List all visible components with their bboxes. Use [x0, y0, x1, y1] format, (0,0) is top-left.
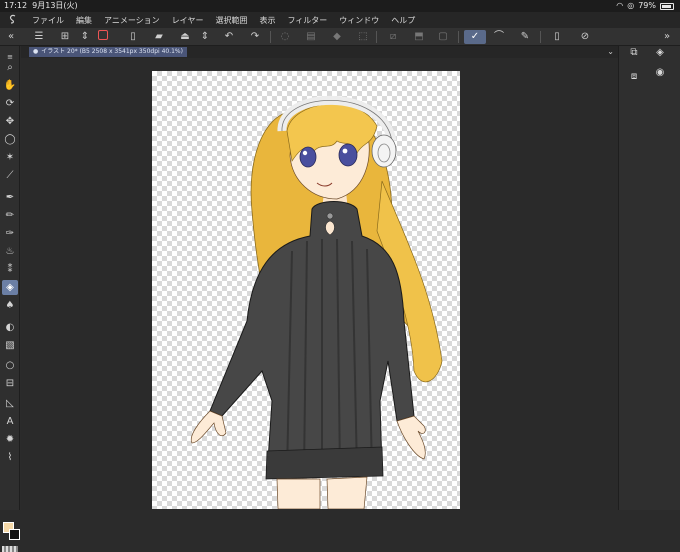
- canvas-tab-label: イラスト 20* (B5 2508 x 3541px 350dpi 40.1%): [41, 48, 183, 55]
- menu-help[interactable]: ヘルプ: [385, 15, 421, 26]
- pen-stabilizer-icon[interactable]: ✓: [464, 30, 486, 44]
- status-time-date: 17:12 9月13日(火): [4, 0, 78, 12]
- save-icon[interactable]: ⏏: [178, 30, 192, 44]
- menu-icon[interactable]: ☰: [32, 30, 46, 44]
- menu-file[interactable]: ファイル: [26, 15, 70, 26]
- menu-selection[interactable]: 選択範囲: [209, 15, 253, 26]
- battery-icon: [660, 2, 674, 10]
- transparent-color-swatch[interactable]: [2, 546, 18, 552]
- zoom-icon[interactable]: ⌕: [2, 60, 18, 75]
- canvas-tab[interactable]: ● イラスト 20* (B5 2508 x 3541px 350dpi 40.1%…: [29, 47, 187, 57]
- chevron-updown-icon[interactable]: ⇕: [78, 30, 92, 44]
- clip-studio-icon[interactable]: [0, 14, 26, 27]
- layer-color-icon[interactable]: ◈: [653, 46, 667, 60]
- frame-icon[interactable]: ⊟: [2, 376, 18, 391]
- menu-view[interactable]: 表示: [253, 15, 281, 26]
- toolbar-divider-2: [376, 31, 377, 43]
- balloon-icon[interactable]: ✹: [2, 432, 18, 447]
- record-icon[interactable]: [96, 30, 110, 44]
- airbrush-icon[interactable]: ♨: [2, 244, 18, 259]
- layer-property-icon[interactable]: ⧈: [627, 70, 641, 84]
- figure-icon[interactable]: ○: [2, 358, 18, 373]
- tool-panel: ≡ ⌕ ✋ ⟳ ✥ ◯ ✶ ⟋ ✒ ✏ ✑ ♨ ⁑ ◈ ♠ ◐ ▧ ○ ⊟ ◺ …: [0, 46, 20, 552]
- ruler-icon[interactable]: ◺: [2, 396, 18, 411]
- loading-icon[interactable]: ◌: [278, 30, 292, 44]
- sub-view-icon[interactable]: ◉: [653, 66, 667, 80]
- fountain-pen-icon[interactable]: ✑: [2, 226, 18, 241]
- sub-color-swatch[interactable]: [9, 529, 20, 540]
- fill-selection-icon[interactable]: ◆: [330, 30, 344, 44]
- wifi-icon: ◠: [616, 1, 624, 10]
- draw-icon[interactable]: ✎: [518, 30, 532, 44]
- device-icon[interactable]: ▯: [550, 30, 564, 44]
- status-right: ◠ ◎ 79%: [616, 0, 674, 12]
- layers-stack-icon[interactable]: ⧉: [627, 46, 641, 60]
- status-date: 9月13日(火): [32, 1, 78, 10]
- close-tab-icon[interactable]: ●: [33, 48, 38, 55]
- chevron-down-icon[interactable]: ⌄: [607, 46, 614, 58]
- text-icon[interactable]: A: [2, 414, 18, 429]
- deselect-icon[interactable]: ▢: [436, 30, 450, 44]
- transform-icon[interactable]: ⬚: [356, 30, 370, 44]
- new-file-icon[interactable]: ▯: [126, 30, 140, 44]
- redo-icon[interactable]: ↷: [248, 30, 262, 44]
- toolbar-divider: [270, 31, 271, 43]
- magic-wand-icon[interactable]: ✶: [2, 150, 18, 165]
- pencil-icon[interactable]: ✏: [2, 208, 18, 223]
- toolbar-divider-3: [458, 31, 459, 43]
- decoration-icon[interactable]: ⁑: [2, 262, 18, 277]
- menu-bar: ファイル 編集 アニメーション レイヤー 選択範囲 表示 フィルター ウィンドウ…: [0, 12, 680, 28]
- menu-layer[interactable]: レイヤー: [166, 15, 210, 26]
- canvas-workspace[interactable]: [21, 58, 618, 510]
- chevron-updown-2-icon[interactable]: ⇕: [198, 30, 212, 44]
- battery-percent: 79%: [638, 1, 656, 10]
- lasso-icon[interactable]: ◯: [2, 132, 18, 147]
- toolbar-divider-4: [540, 31, 541, 43]
- hand-icon[interactable]: ✋: [2, 78, 18, 93]
- illustration-artwork: [190, 95, 443, 509]
- collapse-right-icon[interactable]: »: [660, 30, 674, 44]
- blend-icon[interactable]: ♠: [2, 298, 18, 313]
- crop-icon[interactable]: ⬒: [412, 30, 426, 44]
- undo-icon[interactable]: ↶: [222, 30, 236, 44]
- brush-icon[interactable]: ⌒: [492, 30, 506, 44]
- eyedropper-icon[interactable]: ⟋: [2, 168, 18, 183]
- menu-window[interactable]: ウィンドウ: [333, 15, 385, 26]
- right-panel: ⧉ ◈ ⧈ ◉: [618, 46, 680, 510]
- menu-edit[interactable]: 編集: [70, 15, 98, 26]
- drawing-canvas[interactable]: [152, 71, 460, 509]
- hide-selection-icon[interactable]: ⧄: [386, 30, 400, 44]
- new-canvas-icon[interactable]: ⊞: [58, 30, 72, 44]
- pen-icon[interactable]: ✒: [2, 190, 18, 205]
- gradient-icon[interactable]: ▧: [2, 338, 18, 353]
- command-bar: « ☰ ⊞ ⇕ ▯ ▰ ⏏ ⇕ ↶ ↷ ◌ ▤ ◆ ⬚ ⧄ ⬒ ▢ ✓ ⌒ ✎ …: [0, 28, 680, 46]
- open-folder-icon[interactable]: ▰: [152, 30, 166, 44]
- menu-animation[interactable]: アニメーション: [98, 15, 166, 26]
- fill-icon[interactable]: ◐: [2, 320, 18, 335]
- menu-filter[interactable]: フィルター: [281, 15, 333, 26]
- correction-icon[interactable]: ⌇: [2, 450, 18, 465]
- collapse-left-icon[interactable]: «: [4, 30, 18, 44]
- clear-icon[interactable]: ▤: [304, 30, 318, 44]
- canvas-tab-bar: ● イラスト 20* (B5 2508 x 3541px 350dpi 40.1%…: [21, 46, 618, 58]
- orientation-lock-icon: ◎: [627, 1, 635, 10]
- move-icon[interactable]: ✥: [2, 114, 18, 129]
- status-bar: 17:12 9月13日(火) ◠ ◎ 79%: [0, 0, 680, 12]
- status-time: 17:12: [4, 1, 28, 10]
- eraser-icon[interactable]: ◈: [2, 280, 18, 295]
- settings-icon[interactable]: ⊘: [578, 30, 592, 44]
- rotate-icon[interactable]: ⟳: [2, 96, 18, 111]
